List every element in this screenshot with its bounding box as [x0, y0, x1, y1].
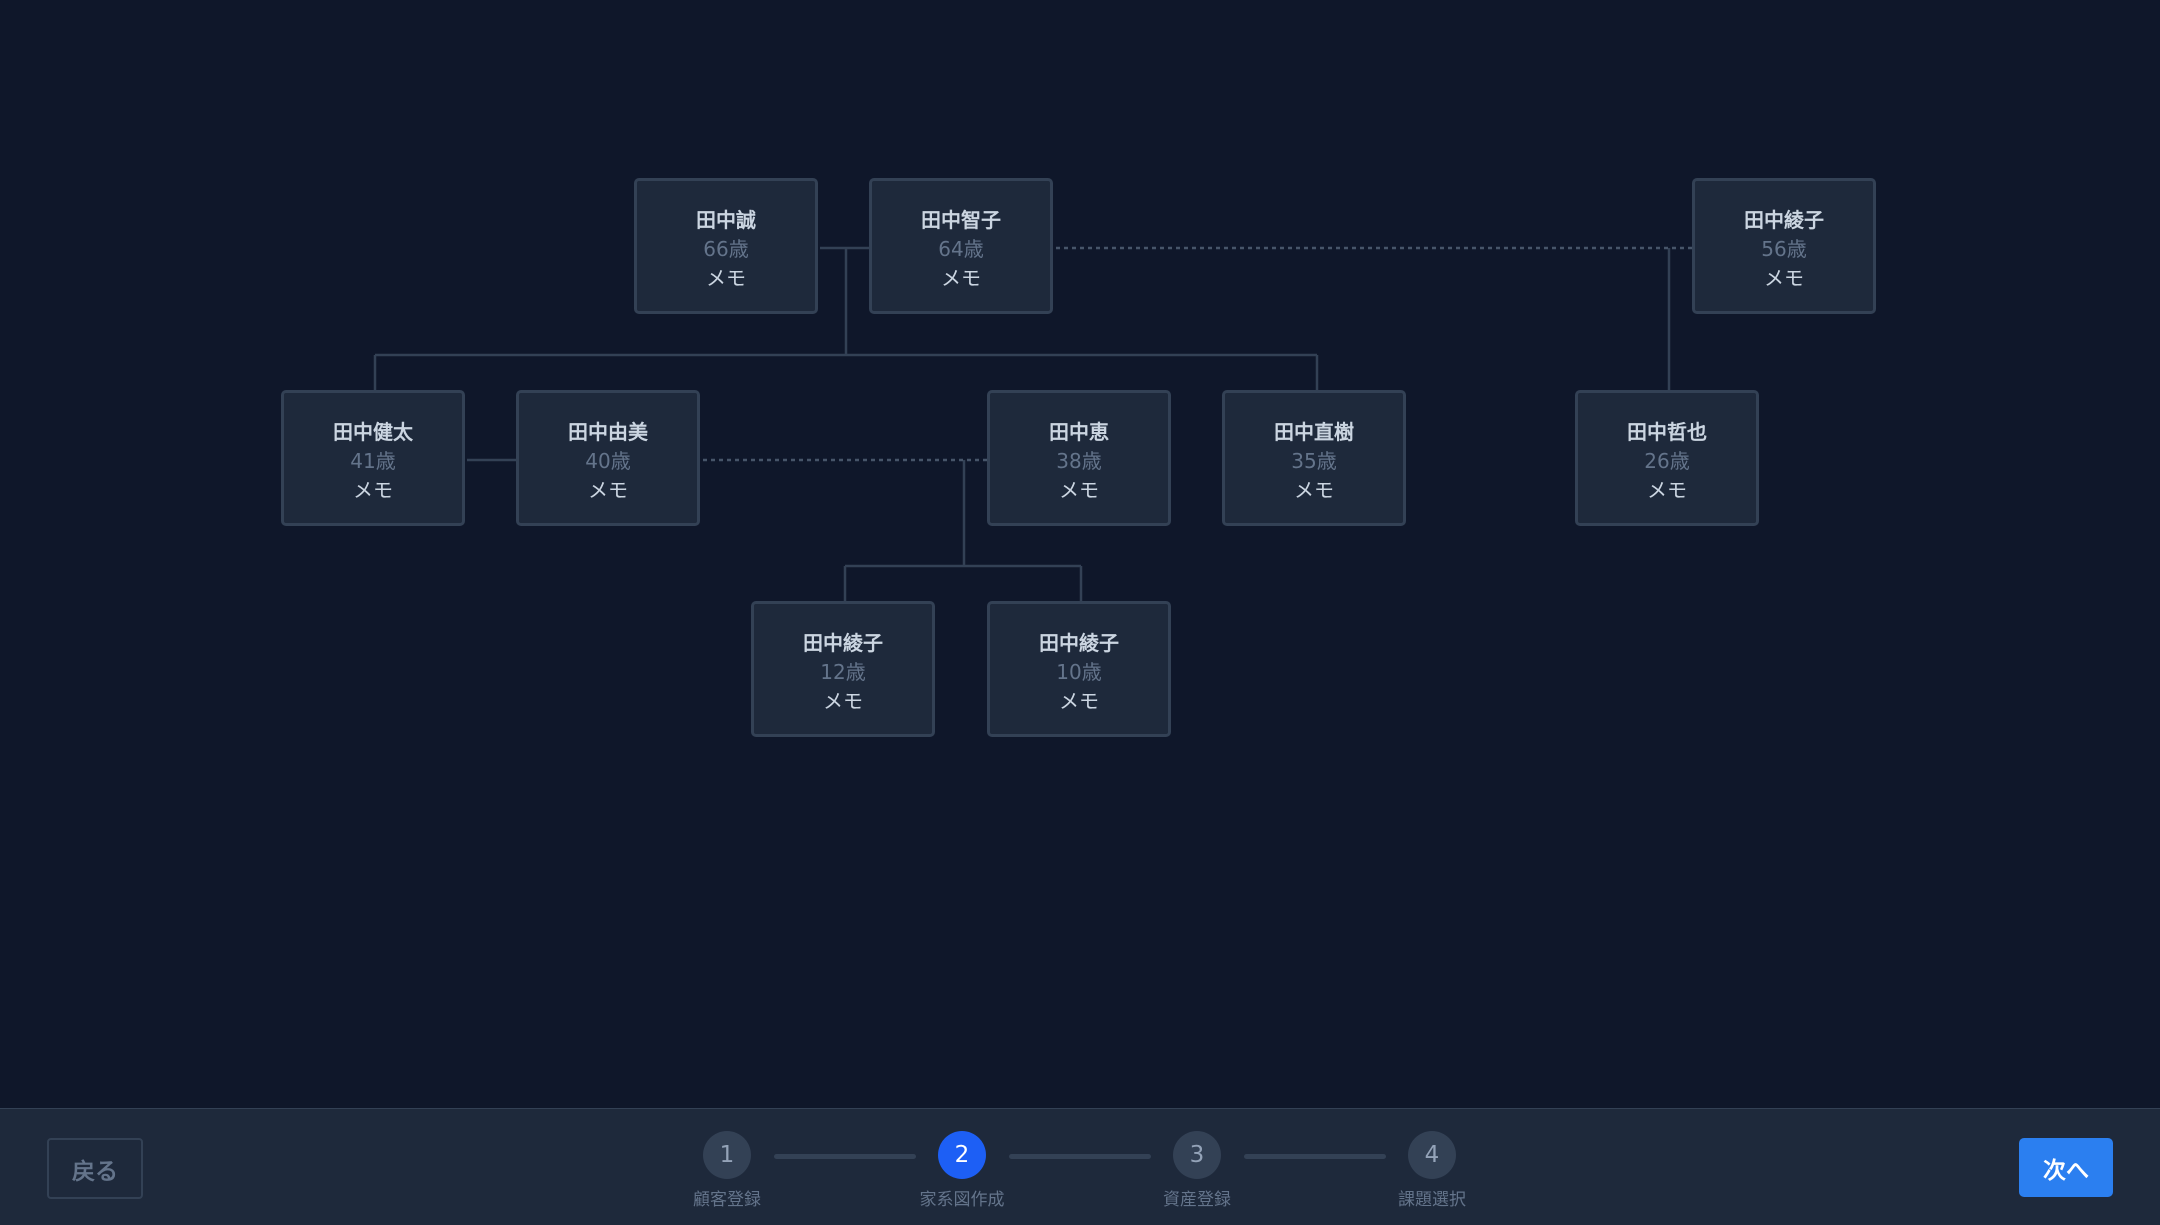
member-name: 田中綾子 [1039, 631, 1119, 655]
member-name: 田中健太 [333, 420, 413, 444]
member-memo: メモ [1764, 266, 1804, 290]
family-member-card[interactable]: 田中綾子 56歳 メモ [1692, 178, 1876, 314]
step-number: 2 [938, 1131, 986, 1179]
member-memo: メモ [1059, 689, 1099, 713]
member-name: 田中恵 [1049, 420, 1109, 444]
member-name: 田中直樹 [1274, 420, 1354, 444]
family-member-card[interactable]: 田中智子 64歳 メモ [869, 178, 1053, 314]
member-age: 10歳 [1056, 660, 1102, 684]
member-memo: メモ [706, 266, 746, 290]
member-name: 田中由美 [568, 420, 648, 444]
member-name: 田中綾子 [1744, 208, 1824, 232]
step-label: 資産登録 [1163, 1190, 1231, 1210]
member-age: 66歳 [703, 237, 749, 261]
member-memo: メモ [823, 689, 863, 713]
wizard-footer: 戻る 1 顧客登録 2 家系図作成 3 資産登録 4 課題選択 次へ [0, 1108, 2160, 1225]
member-memo: メモ [1059, 478, 1099, 502]
step-label: 顧客登録 [693, 1190, 761, 1210]
member-age: 41歳 [350, 449, 396, 473]
step-label: 課題選択 [1398, 1190, 1466, 1210]
family-tree-canvas[interactable]: 田中誠 66歳 メモ 田中智子 64歳 メモ 田中綾子 56歳 メモ 田中健太 … [0, 0, 2160, 1108]
step-number: 4 [1408, 1131, 1456, 1179]
next-button[interactable]: 次へ [2019, 1138, 2113, 1197]
step-2[interactable]: 2 家系図作成 [892, 1131, 1032, 1210]
family-member-card[interactable]: 田中哲也 26歳 メモ [1575, 390, 1759, 526]
step-number: 1 [703, 1131, 751, 1179]
family-tree-connectors [373, 246, 1693, 601]
step-4[interactable]: 4 課題選択 [1362, 1131, 1502, 1210]
member-age: 38歳 [1056, 449, 1102, 473]
member-memo: メモ [1647, 478, 1687, 502]
member-memo: メモ [353, 478, 393, 502]
family-member-card[interactable]: 田中綾子 10歳 メモ [987, 601, 1171, 737]
family-member-card[interactable]: 田中直樹 35歳 メモ [1222, 390, 1406, 526]
step-label: 家系図作成 [919, 1190, 1005, 1210]
member-age: 56歳 [1761, 237, 1807, 261]
member-memo: メモ [1294, 478, 1334, 502]
member-name: 田中哲也 [1627, 420, 1707, 444]
family-member-card[interactable]: 田中健太 41歳 メモ [281, 390, 465, 526]
step-1[interactable]: 1 顧客登録 [657, 1131, 797, 1210]
member-age: 40歳 [585, 449, 631, 473]
family-member-card[interactable]: 田中誠 66歳 メモ [634, 178, 818, 314]
member-memo: メモ [588, 478, 628, 502]
step-number: 3 [1173, 1131, 1221, 1179]
member-age: 12歳 [820, 660, 866, 684]
member-age: 35歳 [1291, 449, 1337, 473]
back-button[interactable]: 戻る [47, 1138, 143, 1199]
member-memo: メモ [941, 266, 981, 290]
family-member-card[interactable]: 田中恵 38歳 メモ [987, 390, 1171, 526]
member-age: 26歳 [1644, 449, 1690, 473]
step-3[interactable]: 3 資産登録 [1127, 1131, 1267, 1210]
family-member-card[interactable]: 田中綾子 12歳 メモ [751, 601, 935, 737]
member-name: 田中綾子 [803, 631, 883, 655]
family-member-card[interactable]: 田中由美 40歳 メモ [516, 390, 700, 526]
member-name: 田中智子 [921, 208, 1001, 232]
member-name: 田中誠 [696, 208, 756, 232]
member-age: 64歳 [938, 237, 984, 261]
